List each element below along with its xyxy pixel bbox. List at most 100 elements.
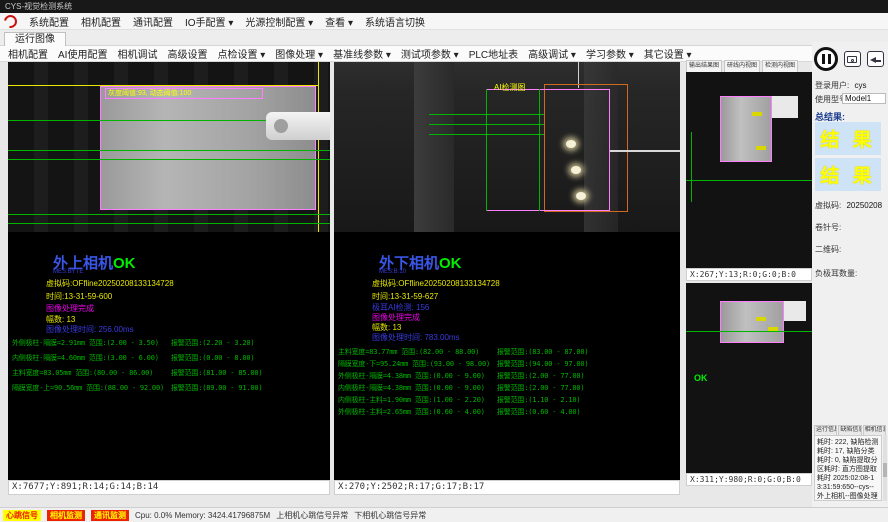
small-image-top — [686, 72, 812, 268]
cpu-memory-text: Cpu: 0.0% Memory: 3424.41796875M — [135, 511, 270, 520]
machine-column — [414, 62, 454, 232]
camera-view-upper-outer[interactable]: 灰度阈值:93, 动态阈值:100 外上相机OK MES:BYTE 虚拟码:OF… — [8, 62, 330, 480]
exit-button[interactable] — [867, 51, 884, 67]
yellow-roi-vline — [318, 62, 319, 232]
yellow-mark — [768, 327, 778, 331]
login-user-field: 登录用户: cys — [815, 80, 866, 91]
log-tab-run-info[interactable]: 运行信息 — [814, 425, 837, 435]
ok-label: OK — [694, 373, 708, 383]
tool-camera-debug[interactable]: 相机调试 — [117, 46, 157, 61]
control-buttons — [814, 44, 886, 74]
login-user-label: 登录用户: — [815, 81, 849, 90]
camera-capture-button[interactable] — [844, 51, 861, 67]
tool-plc-address[interactable]: PLC地址表 — [469, 46, 518, 61]
green-baseline — [8, 223, 330, 224]
winder-label: 卷针号: — [815, 223, 841, 232]
measurement-row: 隔膜宽度-下=95.24mm 范围:(93.00 - 98.00)报警范围:(9… — [338, 359, 647, 369]
measurement-value: 内侧极柱-隔膜=4.38mm 范围:(0.00 - 9.00) — [338, 383, 490, 393]
measurement-value: 主料宽度=83.05mm 范围:(80.00 - 86.00) — [12, 368, 164, 378]
measurement-value: 外侧极柱-隔膜=4.38mm 范围:(0.00 - 9.00) — [338, 371, 490, 381]
measurement-row: 主料宽度=83.77mm 范围:(82.00 - 88.00) 报警范围:(83.… — [338, 347, 647, 357]
camera-view-lower-outer[interactable]: AI检测图 外下相机OK MES:B:10 虚拟码:OFfline2025020… — [334, 62, 680, 480]
menu-bar: 系统配置 相机配置 通讯配置 IO手配置 ▾ 光源控制配置 ▾ 查看 ▾ 系统语… — [0, 13, 888, 30]
mes-note: MES:BYTE — [53, 269, 83, 275]
camera-status-ok: OK — [113, 255, 136, 272]
log-scroll-thumb[interactable] — [883, 463, 887, 477]
tab-inner-view-2[interactable]: 检测内视图 — [762, 60, 798, 72]
camera-lens-icon — [851, 59, 854, 62]
tab-run-image[interactable]: 运行图像 — [4, 32, 66, 46]
green-baseline — [8, 159, 330, 160]
green-baseline — [8, 214, 330, 215]
tool-ai-config[interactable]: AI使用配置 — [58, 46, 107, 61]
yellow-mark — [752, 112, 762, 116]
upper-camera-warning: 上相机心跳信号异常 — [276, 510, 348, 521]
yellow-mark — [756, 317, 766, 321]
comm-monitor-badge: 通讯监测 — [91, 510, 129, 521]
process-done-label: 图像处理完成 — [46, 303, 94, 314]
menu-light-config[interactable]: 光源控制配置 ▾ — [245, 14, 313, 29]
virtual-code-label: 虚拟码: — [815, 201, 841, 210]
model-input[interactable]: Model1 — [842, 93, 886, 104]
green-baseline — [686, 331, 812, 332]
process-time: 图像处理时间: 256.00ms — [46, 324, 134, 335]
total-result-label: 总结果: — [815, 112, 845, 122]
menu-comm-config[interactable]: 通讯配置 — [133, 14, 173, 29]
yellow-mark — [756, 146, 766, 150]
product-region — [720, 301, 784, 343]
camera-status-ok: OK — [439, 255, 462, 272]
heartbeat-badge: 心跳信号 — [3, 510, 41, 521]
alarm-range: 报警范围:(0.00 - 8.00) — [171, 353, 321, 363]
tool-test-params[interactable]: 测试项参数 ▾ — [401, 46, 459, 61]
pause-button[interactable] — [814, 47, 838, 71]
menu-io-config[interactable]: IO手配置 ▾ — [185, 14, 233, 29]
measurement-value: 内侧极柱-隔膜=4.60mm 范围:(3.00 - 6.00) — [12, 353, 164, 363]
tool-spot-check[interactable]: 点检设置 ▾ — [217, 46, 265, 61]
tab-inner-view-1[interactable]: 研线内视图 — [724, 60, 760, 72]
alarm-range: 报警范围:(83.00 - 87.00) — [497, 347, 647, 357]
green-baseline — [8, 150, 330, 151]
tool-learning-params[interactable]: 学习参数 ▾ — [586, 46, 634, 61]
log-scrollbar[interactable] — [883, 435, 887, 501]
green-baseline-v — [486, 89, 487, 211]
tool-camera-config[interactable]: 相机配置 — [8, 46, 48, 61]
tool-baseline-params[interactable]: 基准线参数 ▾ — [333, 46, 391, 61]
tool-advanced-debug[interactable]: 高级调试 ▾ — [528, 46, 576, 61]
green-baseline-v — [691, 132, 692, 202]
tool-advanced-settings[interactable]: 高级设置 — [167, 46, 207, 61]
weld-spark — [576, 192, 586, 200]
alarm-range: 报警范围:(2.20 - 3.20) — [171, 338, 321, 348]
tool-other-settings[interactable]: 其它设置 ▾ — [644, 46, 692, 61]
tab-output-result-image[interactable]: 输出结果图 — [686, 60, 722, 72]
virtual-code: 虚拟码:OFfline20250208133134728 — [46, 278, 174, 289]
small-view-top[interactable] — [686, 72, 812, 268]
roi-pink-box — [486, 89, 610, 211]
measurement-value: 主料宽度=83.77mm 范围:(82.00 - 88.00) — [338, 347, 490, 357]
qrcode-field: 二维码: — [815, 244, 841, 255]
measurement-row: 内侧极柱-隔膜=4.38mm 范围:(0.00 - 9.00)报警范围:(2.0… — [338, 383, 647, 393]
cursor-coords-middle: X:270;Y:2502;R:17;G:17;B:17 — [338, 482, 484, 492]
small-view-top-coordbar: X:267;Y:13;R:0;G:0;B:0 — [686, 268, 812, 281]
menu-camera-config[interactable]: 相机配置 — [81, 14, 121, 29]
measurement-value: 隔膜宽度-上=90.56mm 范围:(88.00 - 92.00) — [12, 383, 164, 393]
measurement-row: 外侧极柱-隔膜=4.38mm 范围:(0.00 - 9.00)报警范围:(2.0… — [338, 371, 647, 381]
small-view-bottom-coordbar: X:311;Y:980;R:0;G:0;B:0 — [686, 473, 812, 486]
log-tabs: 运行信息 缺陷信息 相机信息 — [814, 425, 886, 435]
left-coordinate-bar: X:7677;Y:891;R:14;G:14;B:14 — [8, 480, 330, 495]
log-textbox[interactable]: 耗时: 222, 缺陷检测耗时: 17, 缺陷分类耗时: 0, 缺陷提取分区耗时… — [814, 435, 882, 501]
menu-view[interactable]: 查看 ▾ — [325, 14, 353, 29]
measurement-row: 外侧极柱-主料=2.65mm 范围:(0.60 - 4.00)报警范围:(0.6… — [338, 407, 647, 417]
menu-system-config[interactable]: 系统配置 — [29, 14, 69, 29]
connector-lens — [274, 119, 288, 133]
small-view-bottom[interactable]: OK — [686, 283, 812, 473]
result-box-2: 结 果 — [815, 158, 881, 191]
virtual-code-field: 虚拟码: 20250208 — [815, 200, 882, 211]
log-tab-camera-info[interactable]: 相机信息 — [863, 425, 886, 435]
menu-language-switch[interactable]: 系统语言切换 — [365, 14, 425, 29]
measurement-value: 外侧极柱-隔膜=2.91mm 范围:(2.00 - 3.50) — [12, 338, 164, 348]
log-tab-defect-info[interactable]: 缺陷信息 — [838, 425, 861, 435]
bright-line — [610, 150, 680, 152]
result-box-1: 结 果 — [815, 122, 881, 155]
tool-image-processing[interactable]: 图像处理 ▾ — [275, 46, 323, 61]
alarm-range: 报警范围:(89.00 - 91.00) — [171, 383, 321, 393]
